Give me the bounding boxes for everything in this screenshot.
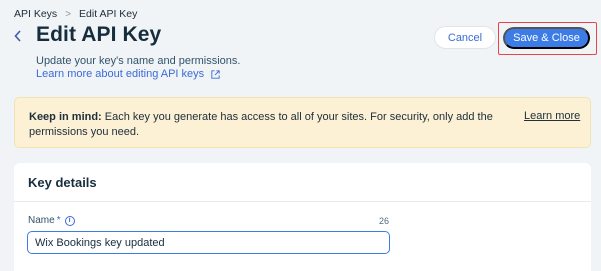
breadcrumb-separator: > [65,8,72,20]
breadcrumb-item-edit-api-key: Edit API Key [79,8,138,20]
page-subtitle: Update your key's name and permissions. [36,55,241,67]
key-details-title: Key details [28,175,97,190]
info-icon[interactable]: i [64,215,75,226]
key-details-card: Key details Name * i 26 [14,163,591,271]
notice-learn-more-link[interactable]: Learn more [524,110,580,122]
page-title: Edit API Key [36,23,162,46]
save-and-close-button[interactable]: Save & Close [503,27,590,49]
breadcrumb: API Keys > Edit API Key [14,8,137,20]
chevron-left-icon [14,30,21,42]
breadcrumb-item-api-keys[interactable]: API Keys [14,8,57,20]
notice-text: Keep in mind: Each key you generate has … [29,110,499,140]
char-counter: 26 [379,216,390,226]
learn-more-editing-label: Learn more about editing API keys [36,68,205,80]
external-link-icon [211,69,220,79]
notice-bold: Keep in mind: [29,111,102,123]
name-label-text: Name [28,215,55,226]
cancel-button[interactable]: Cancel [434,26,496,49]
back-button[interactable] [12,28,26,46]
name-field-label: Name * i [28,215,75,226]
card-divider [14,201,591,202]
notice-banner: Keep in mind: Each key you generate has … [14,97,591,148]
name-input[interactable] [27,231,390,254]
required-mark: * [56,215,61,226]
learn-more-editing-link[interactable]: Learn more about editing API keys [36,68,221,80]
